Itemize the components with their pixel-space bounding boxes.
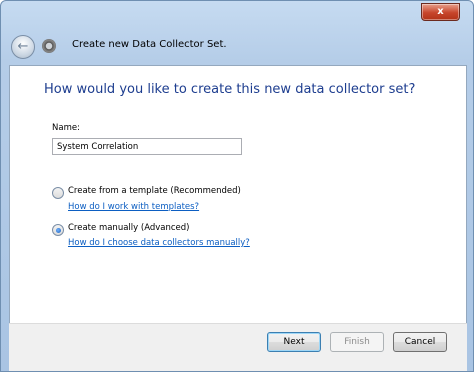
back-arrow-icon: ←: [17, 39, 29, 54]
next-button[interactable]: Next: [267, 332, 321, 352]
template-radio-label[interactable]: Create from a template (Recommended): [68, 186, 241, 196]
wizard-title: Create new Data Collector Set.: [72, 39, 227, 50]
manual-radio[interactable]: [52, 224, 64, 236]
name-field[interactable]: [52, 138, 242, 155]
button-bar: Next Finish Cancel: [9, 323, 467, 371]
title-bar: x: [1, 1, 473, 31]
finish-button[interactable]: Finish: [330, 332, 384, 352]
template-radio[interactable]: [52, 187, 64, 199]
wizard-window: x ← Create new Data Collector Set. How w…: [0, 0, 474, 372]
page-heading: How would you like to create this new da…: [44, 82, 416, 97]
manual-radio-label[interactable]: Create manually (Advanced): [68, 223, 190, 233]
wizard-content: How would you like to create this new da…: [9, 65, 467, 324]
name-label: Name:: [52, 123, 80, 133]
cancel-button[interactable]: Cancel: [393, 332, 447, 352]
collectors-help-link[interactable]: How do I choose data collectors manually…: [68, 238, 250, 248]
close-button[interactable]: x: [421, 3, 460, 21]
templates-help-link[interactable]: How do I work with templates?: [68, 202, 199, 212]
back-button[interactable]: ←: [11, 35, 35, 59]
performance-monitor-icon: [42, 39, 56, 53]
